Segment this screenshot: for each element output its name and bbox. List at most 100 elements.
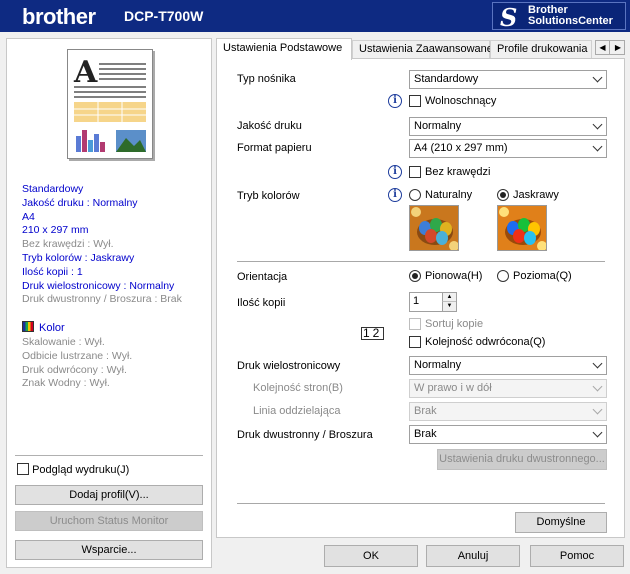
duplex-label: Druk dwustronny / Broszura <box>237 429 373 441</box>
add-profile-button[interactable]: Dodaj profil(V)... <box>15 485 203 505</box>
color-natural-radio[interactable] <box>409 189 421 201</box>
copies-stepper[interactable]: 1 ▲ ▼ <box>409 292 457 312</box>
color-vivid-label: Jaskrawy <box>513 189 559 201</box>
paper-size-label: Format papieru <box>237 142 312 154</box>
landscape-radio[interactable] <box>497 270 509 282</box>
quality-select[interactable]: Normalny <box>409 117 607 136</box>
brand-logo: brother <box>22 4 96 29</box>
chevron-down-icon <box>592 404 603 415</box>
multipage-label: Druk wielostronicowy <box>237 360 341 372</box>
portrait-radio[interactable] <box>409 270 421 282</box>
solutions-center-button[interactable]: S Brother SolutionsCenter <box>492 2 626 32</box>
settings-summary: Standardowy Jakość druku : Normalny A4 2… <box>22 183 182 307</box>
summary-copies: Ilość kopii : 1 <box>22 265 83 278</box>
print-preview-checkbox[interactable] <box>17 463 29 475</box>
color-vivid-radio[interactable] <box>497 189 509 201</box>
paper-size-select[interactable]: A4 (210 x 297 mm) <box>409 139 607 158</box>
increment-icon[interactable]: ▲ <box>442 293 456 302</box>
summary-multipage: Druk wielostronicowy : Normalny <box>22 279 175 292</box>
page-order-select[interactable]: W prawo i w dół <box>409 379 607 398</box>
borderless-checkbox[interactable] <box>409 166 421 178</box>
summary-paper: A4 <box>22 210 35 223</box>
quality-label: Jakość druku <box>237 120 302 132</box>
svg-text:A: A <box>73 55 98 90</box>
easter-eggs-image <box>410 206 458 250</box>
summary-mirror: Odbicie lustrzane : Wył. <box>22 349 133 362</box>
scroll-right-icon[interactable]: ▶ <box>611 41 625 54</box>
border-line-select[interactable]: Brak <box>409 402 607 421</box>
left-divider <box>15 455 203 456</box>
chevron-down-icon <box>592 427 603 438</box>
tab-advanced[interactable]: Ustawienia Zaawansowane <box>352 40 493 59</box>
collate-label: Sortuj kopie <box>425 318 484 330</box>
collate-order-icon: 12 <box>361 326 385 340</box>
duplex-select[interactable]: Brak <box>409 425 607 444</box>
summary-media: Standardowy <box>22 183 84 195</box>
defaults-button[interactable]: Domyślne <box>515 512 607 533</box>
ok-button[interactable]: OK <box>324 545 418 567</box>
tab-scroll-buttons: ◀ ▶ <box>595 40 625 55</box>
section-divider <box>237 261 605 262</box>
color-mode-label: Tryb kolorów <box>237 190 300 202</box>
vivid-color-thumbnail <box>497 205 547 251</box>
basic-settings-panel: Typ nośnika Standardowy i Wolnoschnący J… <box>216 58 625 538</box>
info-icon[interactable]: i <box>388 165 402 179</box>
summary-quality: Jakość druku : Normalny <box>22 196 138 209</box>
portrait-label: Pionowa(H) <box>425 270 483 282</box>
scroll-left-icon[interactable]: ◀ <box>596 41 610 54</box>
summary-watermark: Znak Wodny : Wył. <box>22 377 110 390</box>
tab-basic[interactable]: Ustawienia Podstawowe <box>216 38 352 60</box>
reverse-order-label: Kolejność odwrócona(Q) <box>425 336 546 348</box>
chevron-down-icon <box>592 381 603 392</box>
decrement-icon[interactable]: ▼ <box>442 302 456 311</box>
info-icon[interactable]: i <box>388 188 402 202</box>
chevron-down-icon <box>592 141 603 152</box>
summary-dimensions: 210 x 297 mm <box>22 224 89 237</box>
borderless-label: Bez krawędzi <box>425 166 491 178</box>
media-type-select[interactable]: Standardowy <box>409 70 607 89</box>
printer-model: DCP-T700W <box>124 8 204 24</box>
chevron-down-icon <box>592 358 603 369</box>
summary-borderless: Bez krawędzi : Wył. <box>22 238 114 251</box>
copies-value: 1 <box>413 295 420 307</box>
reverse-order-checkbox[interactable] <box>409 336 421 348</box>
solutions-center-label: Brother SolutionsCenter <box>528 4 613 27</box>
print-preview-option[interactable]: Podgląd wydruku(J) <box>17 463 129 476</box>
multipage-select[interactable]: Normalny <box>409 356 607 375</box>
easter-eggs-image <box>498 206 546 250</box>
slow-drying-label: Wolnoschnący <box>425 95 497 107</box>
orientation-label: Orientacja <box>237 271 288 283</box>
print-preview-label: Podgląd wydruku(J) <box>32 464 130 476</box>
bottom-divider <box>237 503 605 504</box>
slow-drying-checkbox[interactable] <box>409 95 421 107</box>
page-preview: A <box>67 49 153 159</box>
solutions-center-icon: S <box>500 3 518 32</box>
natural-color-thumbnail <box>409 205 459 251</box>
landscape-label: Pozioma(Q) <box>513 270 572 282</box>
cancel-button[interactable]: Anuluj <box>426 545 520 567</box>
collate-checkbox[interactable] <box>409 318 421 330</box>
header-banner: brother DCP-T700W S Brother SolutionsCent… <box>0 0 630 32</box>
page-order-label: Kolejność stron(B) <box>253 382 343 394</box>
summary-reverse: Druk odwrócony : Wył. <box>22 363 127 376</box>
chevron-down-icon <box>592 119 603 130</box>
duplex-settings-button[interactable]: Ustawienia druku dwustronnego... <box>437 449 607 470</box>
tab-profiles[interactable]: Profile drukowania <box>490 40 592 59</box>
info-icon[interactable]: i <box>388 94 402 108</box>
summary-kolor: Kolor <box>22 321 65 335</box>
summary-color-mode: Tryb kolorów : Jaskrawy <box>22 251 135 264</box>
summary-duplex: Druk dwustronny / Broszura : Brak <box>22 293 182 306</box>
border-line-label: Linia oddzielająca <box>253 405 341 417</box>
color-natural-label: Naturalny <box>425 189 473 201</box>
support-button[interactable]: Wsparcie... <box>15 540 203 560</box>
settings-summary-pane: A Standardowy Jakość druku : Normalny A4… <box>6 38 212 568</box>
help-button[interactable]: Pomoc <box>530 545 624 567</box>
settings-summary-advanced: Skalowanie : Wył. Odbicie lustrzane : Wy… <box>22 336 132 391</box>
status-monitor-button[interactable]: Uruchom Status Monitor <box>15 511 203 531</box>
media-type-label: Typ nośnika <box>237 73 296 85</box>
page-preview-graphic: A <box>73 55 146 152</box>
summary-scaling: Skalowanie : Wył. <box>22 336 105 348</box>
color-icon <box>22 321 34 332</box>
copies-label: Ilość kopii <box>237 297 286 309</box>
chevron-down-icon <box>592 72 603 83</box>
